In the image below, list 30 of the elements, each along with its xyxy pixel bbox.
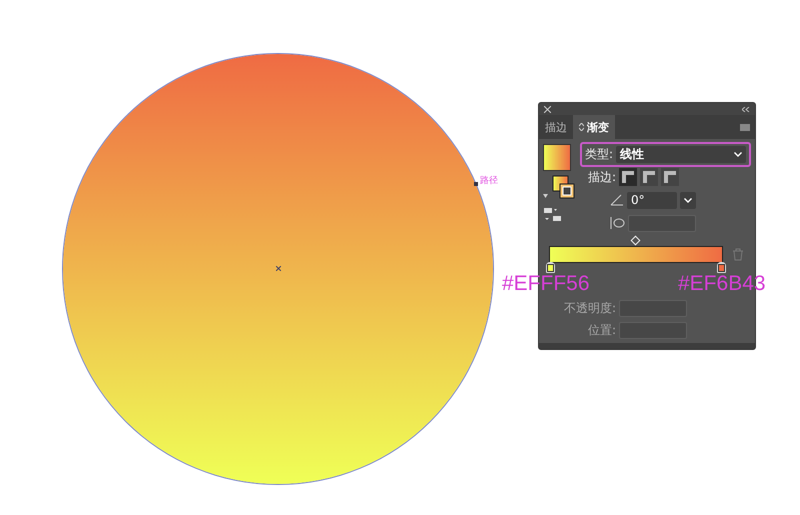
location-label: 位置: bbox=[588, 322, 616, 338]
opacity-label: 不透明度: bbox=[564, 300, 616, 316]
color-stop-handle[interactable] bbox=[717, 262, 726, 273]
type-label: 类型: bbox=[584, 146, 613, 162]
gradient-swatch[interactable] bbox=[543, 144, 571, 171]
stroke-option-button[interactable] bbox=[619, 168, 637, 186]
collapse-icon[interactable] bbox=[742, 106, 750, 112]
gradient-slider[interactable] bbox=[549, 246, 723, 263]
anchor-point-icon bbox=[474, 182, 478, 186]
updown-arrows-icon bbox=[579, 123, 584, 131]
angle-field[interactable]: 0° bbox=[626, 192, 677, 208]
angle-icon bbox=[610, 194, 624, 206]
type-dropdown[interactable]: 线性 bbox=[616, 146, 746, 162]
path-label: 路径 bbox=[480, 174, 498, 187]
chevron-icon bbox=[684, 198, 692, 202]
angle-dropdown-button[interactable] bbox=[680, 192, 696, 208]
stroke-option-button[interactable] bbox=[661, 168, 679, 186]
panel-tab[interactable]: 描边 bbox=[539, 115, 573, 139]
aspect-ratio-icon bbox=[608, 216, 625, 230]
fill-stroke-icon[interactable] bbox=[552, 175, 576, 201]
center-point-icon bbox=[276, 266, 281, 271]
panel-tab[interactable]: 渐变 bbox=[573, 115, 615, 139]
chevron-icon bbox=[734, 152, 742, 156]
reverse-gradient-icon[interactable] bbox=[543, 207, 563, 223]
stroke-option-button[interactable] bbox=[640, 168, 658, 186]
close-icon[interactable] bbox=[544, 106, 551, 112]
caret-icon[interactable] bbox=[543, 194, 548, 198]
color-stop-handle[interactable] bbox=[546, 262, 555, 273]
panel-menu-icon[interactable] bbox=[740, 124, 750, 130]
stroke-label: 描边: bbox=[588, 168, 616, 186]
